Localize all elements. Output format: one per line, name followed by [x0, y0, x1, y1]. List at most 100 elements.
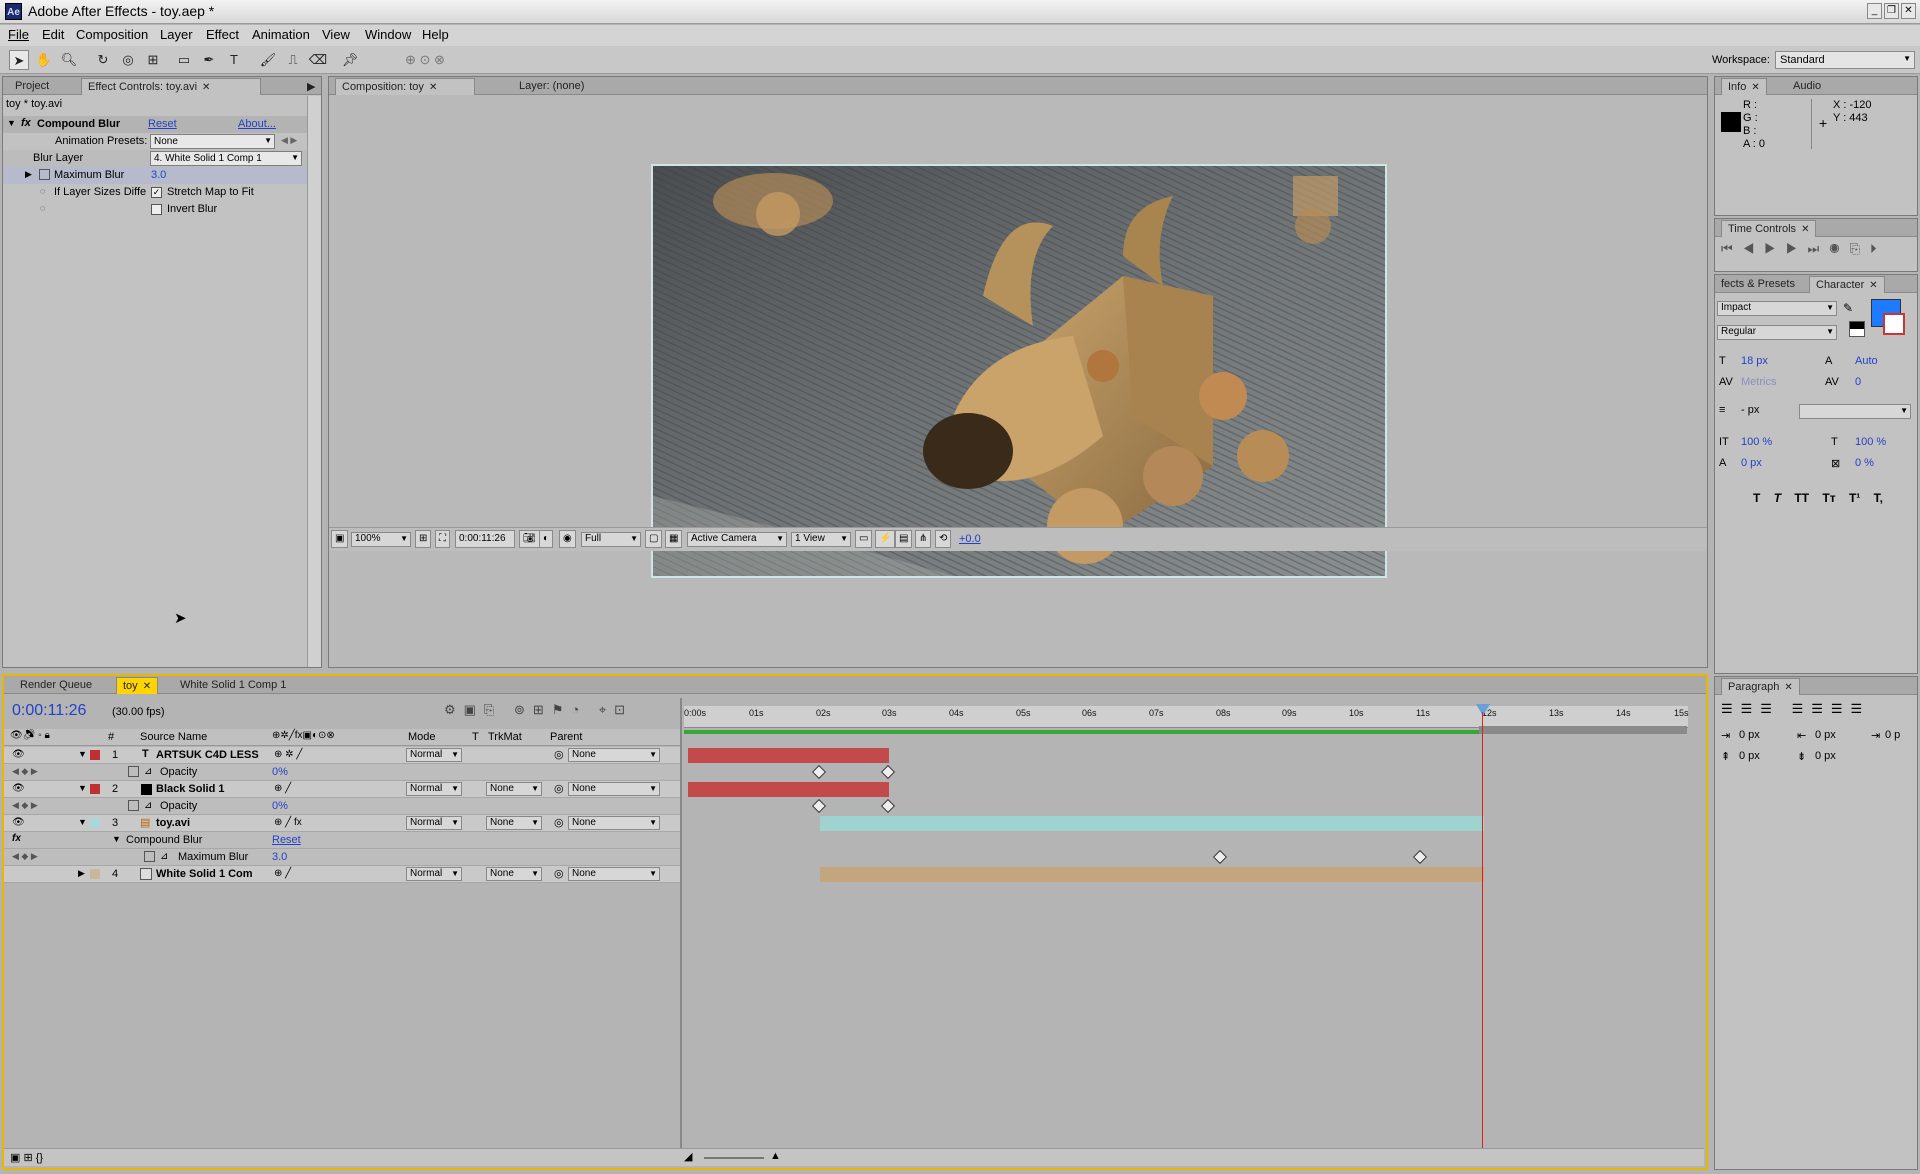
vertical-scale-value[interactable]: 100 % [1741, 436, 1772, 448]
parent-select[interactable]: None [568, 867, 660, 881]
max-blur-value[interactable]: 3.0 [151, 169, 166, 181]
exposure-value[interactable]: +0.0 [959, 533, 981, 545]
playhead-line[interactable] [1482, 712, 1483, 1162]
layer-2-duration-bar[interactable] [688, 782, 889, 797]
timeline-switch-icons[interactable]: ⚙▣⎘ ⊚⊞⚑◔ ⌖⊡ [444, 702, 633, 718]
axis-mode-icons[interactable]: ⊕ ⊙ ⊗ [400, 50, 450, 70]
superscript-button[interactable]: T¹ [1849, 491, 1860, 505]
stroke-width-value[interactable]: - px [1741, 404, 1759, 416]
reset-exposure-icon[interactable]: ⟲ [935, 530, 952, 548]
layer-name[interactable]: White Solid 1 Com [156, 868, 253, 880]
small-caps-button[interactable]: Tт [1822, 491, 1835, 505]
rectangle-mask-tool-icon[interactable]: ▭ [174, 50, 194, 70]
faux-italic-button[interactable]: T [1774, 491, 1781, 505]
collapse-triangle-icon[interactable]: ▼ [78, 749, 87, 759]
layer-1-duration-bar[interactable] [688, 748, 889, 763]
effect-about-link[interactable]: About... [238, 118, 276, 130]
keyframe-marker[interactable] [1412, 849, 1428, 865]
menu-view[interactable]: View [322, 27, 350, 42]
tab-composition[interactable]: Composition: toy ✕ [335, 78, 475, 95]
mode-select[interactable]: Normal [406, 816, 462, 830]
menu-window[interactable]: Window [365, 27, 411, 42]
camera-view-select[interactable]: Active Camera [687, 532, 787, 547]
trkmat-select[interactable]: None [486, 867, 542, 881]
tab-render-queue[interactable]: Render Queue [14, 677, 98, 694]
shy-switch-icon[interactable]: ⊕ ╱ fx [274, 817, 302, 828]
indent-left-value[interactable]: 0 px [1739, 729, 1760, 741]
menu-effect[interactable]: Effect [206, 27, 239, 42]
timeline-timecode[interactable]: 0:00:11:26 [12, 702, 86, 720]
current-time-button[interactable]: 0:00:11:26 [455, 530, 515, 548]
zoom-in-icon[interactable]: ▲ [770, 1150, 781, 1162]
parent-select[interactable]: None [568, 816, 660, 830]
parent-select[interactable]: None [568, 782, 660, 796]
keyframe-marker[interactable] [880, 798, 896, 814]
keyframe-nav-icon[interactable]: ◀ ◆ ▶ [12, 851, 38, 862]
shy-switch-icon[interactable]: ⊕ ╱ [274, 868, 291, 879]
stretch-map-checkbox[interactable]: ✓ [151, 187, 162, 198]
pickwhip-icon[interactable]: ◎ [554, 748, 564, 761]
font-family-select[interactable]: Impact [1717, 301, 1837, 316]
tab-character[interactable]: Character ✕ [1809, 276, 1885, 293]
leading-value[interactable]: Auto [1855, 355, 1878, 367]
close-icon[interactable]: ✕ [429, 82, 437, 93]
property-value[interactable]: 3.0 [272, 851, 287, 863]
collapse-triangle-icon[interactable]: ▼ [112, 834, 121, 844]
work-area-bar[interactable] [684, 730, 1479, 734]
effect-reset-link[interactable]: Reset [272, 834, 301, 846]
tab-project[interactable]: Project [9, 78, 55, 95]
keyframe-marker[interactable] [811, 798, 827, 814]
fx-icon[interactable]: fx [21, 117, 31, 129]
faux-bold-button[interactable]: T [1753, 491, 1760, 505]
stroke-color-swatch[interactable] [1883, 313, 1905, 335]
animation-presets-select[interactable]: None [150, 134, 275, 149]
magnification-select[interactable]: 100% [351, 532, 411, 547]
pan-behind-tool-icon[interactable]: ⊞ [143, 50, 163, 70]
type-tool-icon[interactable]: T [224, 50, 244, 70]
tab-effects-presets[interactable]: fects & Presets [1715, 276, 1801, 293]
subscript-button[interactable]: T, [1874, 491, 1883, 505]
tab-paragraph[interactable]: Paragraph ✕ [1721, 678, 1800, 695]
orbit-camera-tool-icon[interactable]: ◎ [118, 50, 138, 70]
snapshot-icon[interactable]: 📷︎ [519, 530, 540, 548]
tab-effect-controls[interactable]: Effect Controls: toy.avi ✕ [81, 78, 261, 95]
kerning-value[interactable]: Metrics [1741, 376, 1776, 388]
trkmat-select[interactable]: None [486, 816, 542, 830]
stroke-style-select[interactable] [1799, 404, 1911, 419]
close-icon[interactable]: ✕ [1869, 280, 1877, 291]
collapse-triangle-icon[interactable]: ▼ [7, 118, 16, 128]
resolution-select[interactable]: Full [581, 532, 641, 547]
close-icon[interactable]: ✕ [1751, 82, 1759, 93]
panel-menu-icon[interactable]: ▶ [301, 78, 321, 95]
zoom-slider[interactable] [704, 1157, 764, 1159]
keyframe-nav-icon[interactable]: ◀ ◆ ▶ [12, 766, 38, 777]
menu-help[interactable]: Help [422, 27, 449, 42]
expand-triangle-icon[interactable]: ▶ [78, 868, 85, 879]
indent-first-value[interactable]: 0 p [1885, 729, 1900, 741]
expand-triangle-icon[interactable]: ▶ [25, 169, 32, 180]
tracking-value[interactable]: 0 [1855, 376, 1861, 388]
puppet-pin-tool-icon[interactable]: 📌︎ [340, 50, 360, 70]
text-style-buttons[interactable]: T T TT Tт T¹ T, [1753, 491, 1883, 505]
eye-icon[interactable]: 👁︎ [12, 817, 25, 828]
stopwatch-icon[interactable] [128, 766, 139, 777]
tab-time-controls[interactable]: Time Controls ✕ [1721, 220, 1817, 237]
stopwatch-icon[interactable] [39, 169, 50, 180]
effect-controls-scrollbar[interactable] [307, 96, 321, 667]
show-snapshot-icon[interactable]: ◐ [539, 530, 554, 548]
collapse-triangle-icon[interactable]: ▼ [78, 783, 87, 793]
eraser-tool-icon[interactable]: ⌫ [308, 50, 328, 70]
timeline-graph[interactable]: 0:00s 01s 02s 03s 04s 05s 06s 07s 08s 09… [682, 698, 1692, 1164]
trkmat-select[interactable]: None [486, 782, 542, 796]
keyframe-marker[interactable] [1212, 849, 1228, 865]
pickwhip-icon[interactable]: ◎ [554, 816, 564, 829]
parent-select[interactable]: None [568, 748, 660, 762]
timeline-footer-icons[interactable]: ▣ ⊞ {} [10, 1151, 43, 1164]
label-color[interactable] [90, 750, 100, 760]
keyframe-nav-icon[interactable]: ◀ ◆ ▶ [12, 800, 38, 811]
flowchart-icon[interactable]: ⋔ [915, 530, 932, 548]
layer-name[interactable]: toy.avi [156, 817, 190, 829]
stopwatch-icon[interactable]: ◌ [40, 186, 45, 196]
fast-previews-icon[interactable]: ⚡ [875, 530, 896, 548]
tab-audio[interactable]: Audio [1787, 78, 1827, 95]
